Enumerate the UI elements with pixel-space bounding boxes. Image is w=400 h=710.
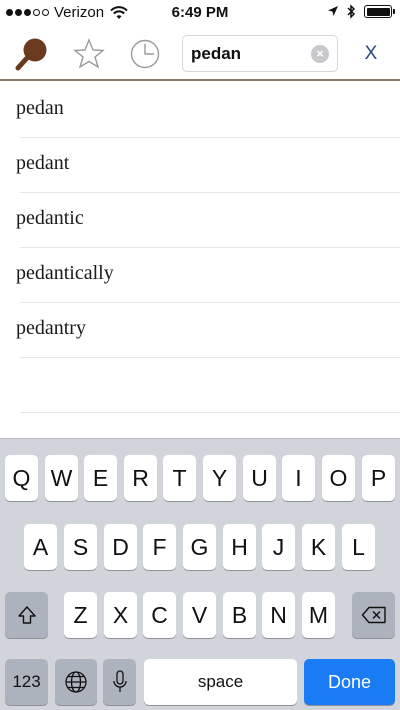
key-u[interactable]: U (243, 455, 276, 501)
list-item[interactable]: pedant (0, 138, 400, 193)
globe-icon (65, 671, 87, 693)
result-word: pedan (16, 97, 64, 119)
list-item[interactable]: pedantry (0, 303, 400, 358)
key-q[interactable]: Q (5, 455, 38, 501)
star-icon[interactable] (69, 34, 109, 74)
list-item[interactable]: pedan (0, 83, 400, 138)
space-key[interactable]: space (144, 659, 297, 705)
shift-key[interactable] (5, 592, 48, 638)
key-j[interactable]: J (262, 524, 295, 570)
key-d[interactable]: D (104, 524, 137, 570)
backspace-icon (361, 606, 386, 624)
key-k[interactable]: K (302, 524, 335, 570)
key-x[interactable]: X (104, 592, 137, 638)
numbers-key[interactable]: 123 (5, 659, 48, 705)
status-bar: Verizon 6:49 PM (0, 0, 400, 26)
key-s[interactable]: S (64, 524, 97, 570)
search-magnifier-icon[interactable] (12, 34, 52, 74)
bluetooth-icon (347, 4, 356, 19)
key-m[interactable]: M (302, 592, 335, 638)
key-f[interactable]: F (143, 524, 176, 570)
close-button[interactable]: X (355, 38, 387, 70)
list-item[interactable]: pedantically (0, 248, 400, 303)
key-b[interactable]: B (223, 592, 256, 638)
result-word: pedantically (16, 262, 114, 284)
microphone-icon (112, 670, 127, 692)
key-v[interactable]: V (183, 592, 216, 638)
search-input[interactable] (191, 36, 309, 71)
result-word: pedantic (16, 207, 84, 229)
search-field[interactable]: × (182, 35, 338, 72)
location-arrow-icon (328, 6, 338, 16)
key-o[interactable]: O (322, 455, 355, 501)
toolbar: × X (0, 26, 400, 81)
shift-arrow-icon (17, 606, 36, 624)
key-i[interactable]: I (282, 455, 315, 501)
key-c[interactable]: C (143, 592, 176, 638)
battery-icon (364, 5, 395, 18)
clear-search-icon[interactable]: × (311, 45, 329, 63)
result-word: pedant (16, 152, 70, 174)
done-key[interactable]: Done (304, 659, 395, 705)
key-r[interactable]: R (124, 455, 157, 501)
key-t[interactable]: T (163, 455, 196, 501)
key-l[interactable]: L (342, 524, 375, 570)
key-a[interactable]: A (24, 524, 57, 570)
globe-key[interactable] (55, 659, 97, 705)
delete-key[interactable] (352, 592, 395, 638)
key-p[interactable]: P (362, 455, 395, 501)
key-w[interactable]: W (45, 455, 78, 501)
result-word: pedantry (16, 317, 86, 339)
key-g[interactable]: G (183, 524, 216, 570)
key-y[interactable]: Y (203, 455, 236, 501)
key-z[interactable]: Z (64, 592, 97, 638)
dictation-key[interactable] (103, 659, 136, 705)
history-clock-icon[interactable] (125, 34, 165, 74)
key-h[interactable]: H (223, 524, 256, 570)
empty-list-row (0, 358, 400, 413)
key-n[interactable]: N (262, 592, 295, 638)
key-e[interactable]: E (84, 455, 117, 501)
list-item[interactable]: pedantic (0, 193, 400, 248)
results-list: pedan pedant pedantic pedantically pedan… (0, 83, 400, 413)
status-right (327, 4, 395, 19)
keyboard: Q W E R T Y U I O P A S D F G H J K L Z … (0, 438, 400, 710)
